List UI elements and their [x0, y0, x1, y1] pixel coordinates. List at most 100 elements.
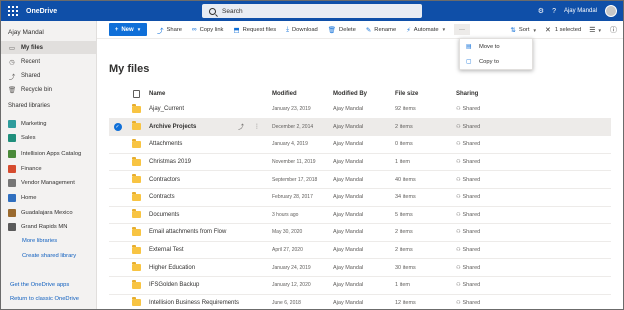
library-item-marketing[interactable]: Marketing: [1, 118, 96, 130]
request-files-button[interactable]: ⬒ Request files: [233, 26, 276, 34]
create-shared-library-link[interactable]: Create shared library: [22, 253, 76, 259]
row-sharing: ⚇ Shared: [456, 224, 480, 241]
row-checkbox[interactable]: [113, 295, 122, 309]
user-name[interactable]: Ajay Mandal: [564, 8, 597, 14]
row-name[interactable]: Intellision Business Requirements: [149, 295, 239, 309]
people-icon: ⚇: [456, 282, 461, 289]
row-checkbox[interactable]: ✓: [113, 119, 122, 136]
suite-actions: ⚙ ? Ajay Mandal: [538, 1, 617, 21]
table-row[interactable]: Christmas 2019 November 11, 2019 Ajay Mand…: [109, 154, 611, 172]
new-button[interactable]: + New ▼: [109, 23, 147, 36]
library-item-vendor-management[interactable]: Vendor Management: [1, 177, 96, 189]
library-item-finance[interactable]: Finance: [1, 163, 96, 175]
library-item-home[interactable]: Home: [1, 192, 96, 204]
help-icon[interactable]: ?: [552, 8, 556, 15]
row-name[interactable]: Archive Projects: [149, 119, 196, 136]
app-launcher-icon[interactable]: [6, 4, 20, 18]
table-row[interactable]: Contractors September 17, 2018 Ajay Mandal…: [109, 171, 611, 189]
row-modified: 3 hours ago: [272, 211, 299, 218]
row-checkbox[interactable]: [113, 242, 122, 259]
library-item-apps-catalog[interactable]: Intellision Apps Catalog: [1, 148, 96, 160]
share-icon[interactable]: ⤴: [238, 122, 244, 131]
return-to-classic-link[interactable]: Return to classic OneDrive: [10, 296, 79, 302]
copy-link-button[interactable]: ∞ Copy link: [192, 26, 223, 33]
table-row[interactable]: Intellision Business Requirements June 6,…: [109, 295, 611, 309]
row-name[interactable]: Documents: [149, 207, 179, 224]
table-row[interactable]: Higher Education January 24, 2019 Ajay Man…: [109, 259, 611, 277]
chevron-down-icon: ▼: [597, 27, 602, 33]
share-icon: ⤴: [157, 27, 164, 35]
row-checkbox[interactable]: [113, 277, 122, 294]
more-vertical-icon[interactable]: ⋮: [254, 123, 260, 130]
row-checkbox[interactable]: [113, 101, 122, 118]
row-checkbox[interactable]: [113, 207, 122, 224]
row-name[interactable]: Ajay_Current: [149, 101, 184, 118]
row-checkbox[interactable]: [113, 259, 122, 276]
row-name[interactable]: External Test: [149, 242, 184, 259]
download-button[interactable]: ⤓ Download: [286, 26, 318, 34]
info-pane-button[interactable]: ⓘ: [610, 25, 617, 35]
rename-button[interactable]: ✎ Rename: [366, 26, 396, 34]
people-icon: ⚇: [456, 194, 461, 201]
file-type-icon[interactable]: [133, 90, 140, 98]
row-name[interactable]: Email attachments from Flow: [149, 224, 226, 241]
column-header-modified[interactable]: Modified: [272, 91, 297, 97]
more-actions-menu: ▤ Move to ▢ Copy to: [459, 38, 533, 70]
table-row[interactable]: Documents 3 hours ago Ajay Mandal 5 items ⚇ S…: [109, 207, 611, 225]
gear-icon[interactable]: ⚙: [538, 8, 544, 15]
row-sharing-label: Shared: [462, 123, 481, 130]
row-checkbox[interactable]: [113, 136, 122, 153]
delete-button[interactable]: 🗑 Delete: [328, 26, 356, 34]
new-button-label: New: [121, 26, 134, 33]
row-name[interactable]: Contracts: [149, 189, 175, 206]
row-name[interactable]: Christmas 2019: [149, 154, 191, 171]
avatar[interactable]: [605, 5, 617, 17]
table-row[interactable]: External Test April 27, 2020 Ajay Mandal 2 …: [109, 242, 611, 260]
row-checkbox[interactable]: [113, 189, 122, 206]
nav-item-recent[interactable]: ◷ Recent: [1, 55, 96, 68]
column-header-modified-by[interactable]: Modified By: [333, 91, 367, 97]
library-item-sales[interactable]: Sales: [1, 132, 96, 144]
row-name[interactable]: Contractors: [149, 171, 180, 188]
table-row[interactable]: Email attachments from Flow May 30, 2020 A…: [109, 224, 611, 242]
automate-button[interactable]: ⚡ Automate ▼: [406, 26, 446, 34]
table-row[interactable]: IFSGolden Backup January 12, 2020 Ajay Man…: [109, 277, 611, 295]
nav-item-recycle-bin[interactable]: 🗑 Recycle bin: [1, 83, 96, 96]
row-sharing-label: Shared: [462, 247, 481, 254]
row-sharing-label: Shared: [462, 299, 481, 306]
column-header-sharing[interactable]: Sharing: [456, 91, 478, 97]
library-item-grand-rapids[interactable]: Grand Rapids MN: [1, 221, 96, 233]
library-icon: [8, 120, 16, 128]
row-name[interactable]: IFSGolden Backup: [149, 277, 199, 294]
view-options-button[interactable]: ☰ ▼: [589, 26, 602, 34]
get-onedrive-apps-link[interactable]: Get the OneDrive apps: [10, 282, 69, 288]
share-button[interactable]: ⤴ Share: [157, 25, 182, 35]
column-header-file-size[interactable]: File size: [395, 91, 418, 97]
row-name[interactable]: Attachments: [149, 136, 182, 153]
column-header-name[interactable]: Name: [149, 91, 165, 97]
sort-button[interactable]: ⇅ Sort ▼: [510, 26, 537, 34]
nav-item-shared[interactable]: ⤴ Shared: [1, 69, 96, 82]
row-checkbox[interactable]: [113, 154, 122, 171]
row-name[interactable]: Higher Education: [149, 259, 195, 276]
table-row[interactable]: Attachments January 4, 2019 Ajay Mandal 0 i…: [109, 136, 611, 154]
copy-link-label: Copy link: [199, 26, 224, 33]
menu-item-copy-to[interactable]: ▢ Copy to: [460, 54, 532, 69]
folder-icon: [132, 224, 142, 241]
row-checkbox[interactable]: [113, 171, 122, 188]
nav-item-my-files[interactable]: ▭ My files: [1, 41, 96, 54]
request-files-icon: ⬒: [233, 26, 240, 34]
table-row[interactable]: ✓ Archive Projects ⤴ ⋮ December 2, 2014 Ajay …: [109, 118, 611, 137]
row-checkbox[interactable]: [113, 224, 122, 241]
clear-selection-button[interactable]: ✕ 1 selected: [545, 26, 581, 34]
more-libraries-link[interactable]: More libraries: [22, 238, 57, 244]
row-sharing: ⚇ Shared: [456, 154, 480, 171]
table-row[interactable]: Contracts February 28, 2017 Ajay Mandal 34 …: [109, 189, 611, 207]
library-item-guadalajara[interactable]: Guadalajara Mexico: [1, 207, 96, 219]
search-box[interactable]: Search: [202, 4, 422, 18]
menu-item-move-to[interactable]: ▤ Move to: [460, 39, 532, 54]
chevron-down-icon: ▼: [441, 27, 447, 32]
table-row[interactable]: Ajay_Current January 23, 2019 Ajay Mandal 9…: [109, 101, 611, 119]
app-name[interactable]: OneDrive: [26, 8, 57, 15]
more-actions-button[interactable]: ···: [454, 24, 471, 35]
